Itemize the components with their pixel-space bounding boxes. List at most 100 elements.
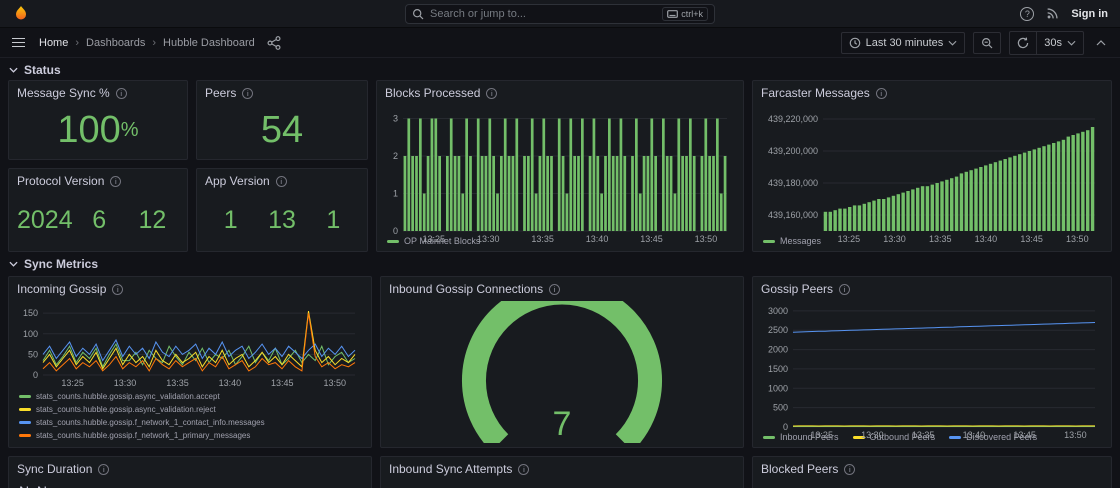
panel-title[interactable]: Inbound Sync Attempts	[389, 462, 512, 476]
info-icon[interactable]	[518, 464, 529, 475]
info-icon[interactable]	[98, 464, 109, 475]
chevron-up-icon	[1096, 40, 1106, 46]
chevron-down-icon	[9, 261, 18, 267]
panel-title[interactable]: App Version	[205, 174, 270, 188]
svg-text:13:30: 13:30	[861, 430, 884, 440]
svg-text:13:40: 13:40	[975, 234, 998, 244]
chevron-down-icon	[948, 40, 957, 46]
panel-message-sync: Message Sync % 100 %	[8, 80, 188, 160]
info-icon[interactable]	[112, 284, 123, 295]
app-version-minor: 13	[256, 208, 307, 233]
svg-text:13:45: 13:45	[1020, 234, 1043, 244]
message-sync-unit: %	[121, 119, 139, 142]
svg-text:13:30: 13:30	[477, 234, 500, 244]
legend-marker	[19, 421, 31, 424]
svg-text:3000: 3000	[768, 306, 788, 316]
legend-label: stats_counts.hubble.gossip.f_network_1_c…	[36, 417, 265, 428]
svg-text:13:30: 13:30	[114, 378, 137, 388]
zoom-out-icon	[981, 37, 993, 49]
breadcrumb-separator	[149, 37, 159, 49]
panel-title[interactable]: Blocked Peers	[761, 462, 838, 476]
panel-gossip-peers: Gossip Peers 05001000150020002500300013:…	[752, 276, 1112, 448]
panel-blocked-peers: Blocked Peers	[752, 456, 1112, 488]
section-title: Sync Metrics	[24, 257, 98, 271]
breadcrumb-dashboards[interactable]: Dashboards	[84, 37, 147, 49]
breadcrumb-home[interactable]: Home	[37, 37, 70, 49]
gossip-peers-chart[interactable]: 05001000150020002500300013:2513:3013:351…	[761, 301, 1103, 430]
info-icon[interactable]	[486, 88, 497, 99]
zoom-out-time-button[interactable]	[973, 32, 1001, 54]
info-icon[interactable]	[276, 176, 287, 187]
panel-title[interactable]: Blocks Processed	[385, 86, 480, 100]
blocks-processed-chart[interactable]: 012313:2513:3013:3513:4013:4513:50	[385, 105, 735, 234]
collapse-controls-button[interactable]	[1092, 32, 1110, 54]
time-range-picker[interactable]: Last 30 minutes	[841, 32, 966, 54]
svg-text:13:50: 13:50	[323, 378, 346, 388]
legend-label: stats_counts.hubble.gossip.async_validat…	[36, 404, 216, 415]
panel-title[interactable]: Sync Duration	[17, 462, 92, 476]
search-icon	[412, 8, 424, 20]
legend-marker	[19, 395, 31, 398]
incoming-gossip-chart[interactable]: 05010015013:2513:3013:3513:4013:4513:50	[17, 301, 363, 389]
breadcrumb-current[interactable]: Hubble Dashboard	[161, 37, 257, 49]
info-icon[interactable]	[876, 88, 887, 99]
svg-text:0: 0	[783, 422, 788, 432]
legend-item[interactable]: stats_counts.hubble.gossip.async_validat…	[19, 404, 216, 415]
refresh-interval-label: 30s	[1044, 37, 1062, 49]
chevron-down-icon	[9, 67, 18, 73]
search-box[interactable]: ctrl+k	[405, 4, 715, 24]
panel-blocks-processed: Blocks Processed 012313:2513:3013:3513:4…	[376, 80, 744, 252]
svg-text:439,200,000: 439,200,000	[768, 146, 818, 156]
sign-in-link[interactable]: Sign in	[1071, 8, 1108, 20]
info-icon[interactable]	[116, 88, 127, 99]
protocol-month: 6	[73, 208, 126, 233]
panel-peers: Peers 54	[196, 80, 368, 160]
svg-text:3: 3	[393, 114, 398, 124]
section-status-toggle[interactable]: Status	[0, 58, 1120, 80]
peers-value: 54	[261, 111, 303, 149]
panel-app-version: App Version 1 13 1	[196, 168, 368, 252]
breadcrumb: Home Dashboards Hubble Dashboard	[37, 37, 257, 49]
svg-text:13:30: 13:30	[883, 234, 906, 244]
panel-title[interactable]: Gossip Peers	[761, 282, 833, 296]
inbound-gossip-gauge[interactable]: 7	[389, 301, 735, 443]
info-icon[interactable]	[839, 284, 850, 295]
legend-item[interactable]: stats_counts.hubble.gossip.async_validat…	[19, 391, 220, 402]
svg-text:13:25: 13:25	[838, 234, 861, 244]
svg-text:13:25: 13:25	[810, 430, 833, 440]
panel-inbound-sync-attempts: Inbound Sync Attempts	[380, 456, 744, 488]
panel-title[interactable]: Incoming Gossip	[17, 282, 106, 296]
search-input[interactable]	[430, 8, 656, 20]
legend-item[interactable]: stats_counts.hubble.gossip.f_network_1_c…	[19, 417, 265, 428]
svg-text:13:35: 13:35	[912, 430, 935, 440]
info-icon[interactable]	[549, 284, 560, 295]
info-icon[interactable]	[110, 176, 121, 187]
stat-value: 100 %	[17, 105, 179, 155]
shortcut-label: ctrl+k	[681, 9, 703, 19]
info-icon[interactable]	[844, 464, 855, 475]
keyboard-icon	[667, 10, 678, 18]
refresh-icon	[1017, 37, 1029, 49]
farcaster-messages-chart[interactable]: 439,160,000439,180,000439,200,000439,220…	[761, 105, 1103, 234]
help-icon[interactable]	[1020, 7, 1034, 21]
share-icon[interactable]	[267, 36, 281, 50]
panel-title[interactable]: Peers	[205, 86, 236, 100]
panel-title[interactable]: Message Sync %	[17, 86, 110, 100]
grafana-logo[interactable]	[12, 5, 30, 23]
app-version-values: 1 13 1	[205, 193, 359, 247]
svg-text:1500: 1500	[768, 364, 788, 374]
refresh-interval-picker[interactable]: 30s	[1036, 32, 1083, 54]
menu-toggle-icon[interactable]	[10, 36, 27, 50]
legend-item[interactable]: stats_counts.hubble.gossip.f_network_1_p…	[19, 430, 250, 441]
panel-title[interactable]: Inbound Gossip Connections	[389, 282, 543, 296]
section-sync-metrics-toggle[interactable]: Sync Metrics	[0, 252, 1120, 274]
info-icon[interactable]	[242, 88, 253, 99]
svg-text:13:35: 13:35	[531, 234, 554, 244]
svg-text:13:45: 13:45	[640, 234, 663, 244]
panel-title[interactable]: Farcaster Messages	[761, 86, 870, 100]
refresh-button[interactable]	[1010, 32, 1036, 54]
svg-text:13:40: 13:40	[586, 234, 609, 244]
news-icon[interactable]	[1046, 7, 1059, 20]
svg-text:2000: 2000	[768, 345, 788, 355]
panel-title[interactable]: Protocol Version	[17, 174, 104, 188]
